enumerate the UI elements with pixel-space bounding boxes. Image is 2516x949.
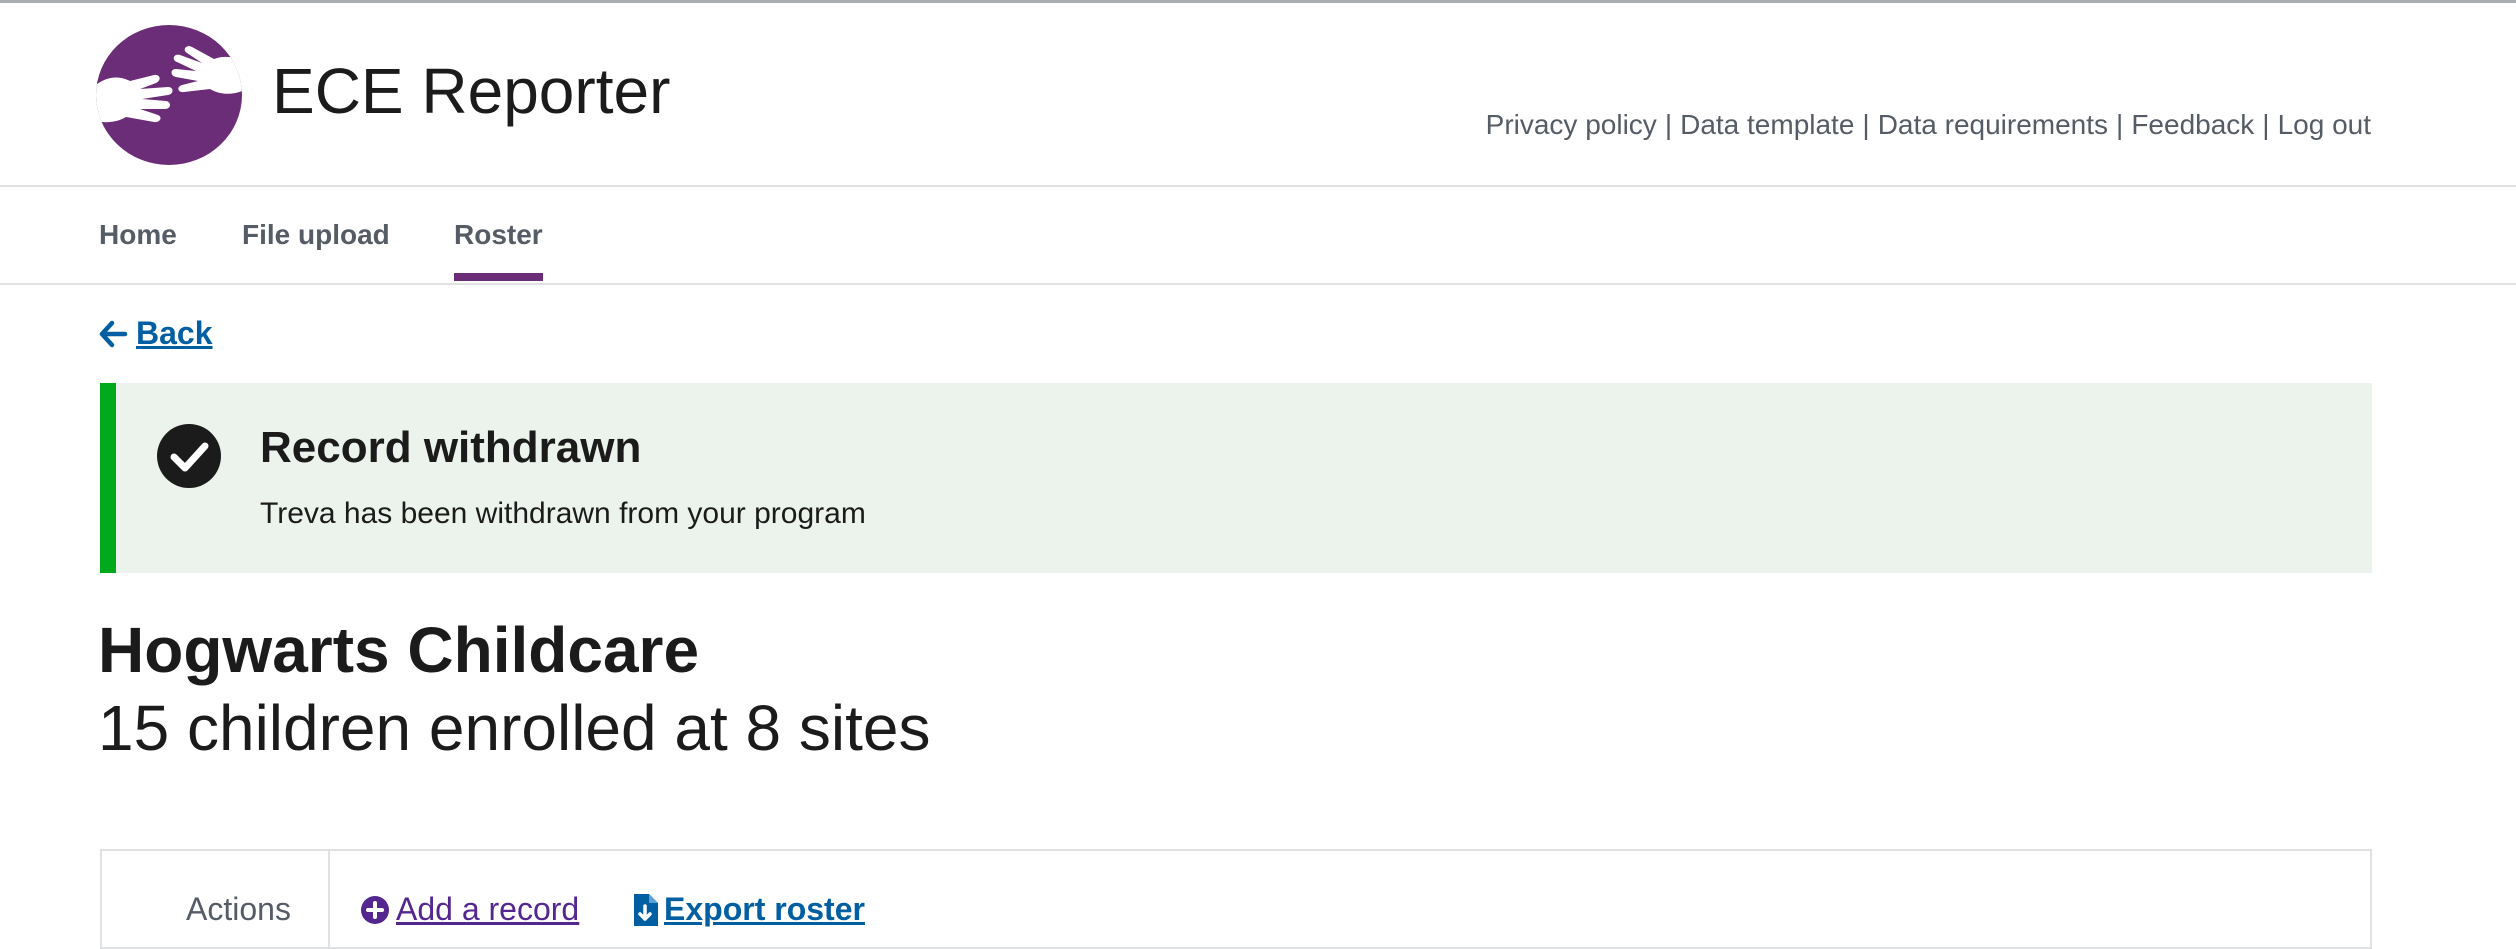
alert-body: Treva has been withdrawn from your progr… <box>260 497 866 530</box>
enrollment-summary: 15 children enrolled at 8 sites <box>98 692 931 764</box>
log-out-link[interactable]: Log out <box>2278 109 2371 140</box>
separator: | <box>2262 109 2270 140</box>
file-download-icon <box>634 893 658 926</box>
actions-label-cell: Actions <box>102 851 330 947</box>
main-nav: Home File upload Roster <box>0 187 2516 285</box>
add-record-button[interactable]: Add a record <box>360 889 579 928</box>
arrow-left-icon <box>99 320 128 347</box>
separator: | <box>1664 109 1673 140</box>
nav-item-file-upload[interactable]: File upload <box>242 219 390 281</box>
add-record-label: Add a record <box>396 891 580 928</box>
back-link[interactable]: Back <box>98 313 213 352</box>
nav-item-home[interactable]: Home <box>99 219 177 281</box>
actions-bar: Actions Add a record Export roster <box>100 849 2372 949</box>
separator: | <box>1862 109 1870 140</box>
site-header: ECE Reporter Privacy policy | Data templat… <box>0 3 2516 187</box>
feedback-link[interactable]: Feedback <box>2131 109 2254 140</box>
back-label: Back <box>136 315 213 352</box>
page-title: Hogwarts Childcare <box>98 614 700 686</box>
data-template-link[interactable]: Data template <box>1680 109 1854 140</box>
separator: | <box>2116 109 2124 140</box>
utility-nav: Privacy policy | Data template | Data requir… <box>1486 109 2371 141</box>
actions-label: Actions <box>186 891 291 927</box>
ece-reporter-logo-icon[interactable] <box>96 25 242 165</box>
nav-item-roster[interactable]: Roster <box>454 219 543 281</box>
privacy-policy-link[interactable]: Privacy policy <box>1486 109 1657 140</box>
plus-circle-icon <box>361 895 389 924</box>
data-requirements-link[interactable]: Data requirements <box>1878 109 2108 140</box>
app-title[interactable]: ECE Reporter <box>272 59 670 123</box>
export-roster-label: Export roster <box>664 891 865 928</box>
check-circle-icon <box>157 424 221 488</box>
alert-heading: Record withdrawn <box>260 423 642 472</box>
success-alert: Record withdrawn Treva has been withdraw… <box>100 383 2372 573</box>
export-roster-button[interactable]: Export roster <box>632 889 865 928</box>
